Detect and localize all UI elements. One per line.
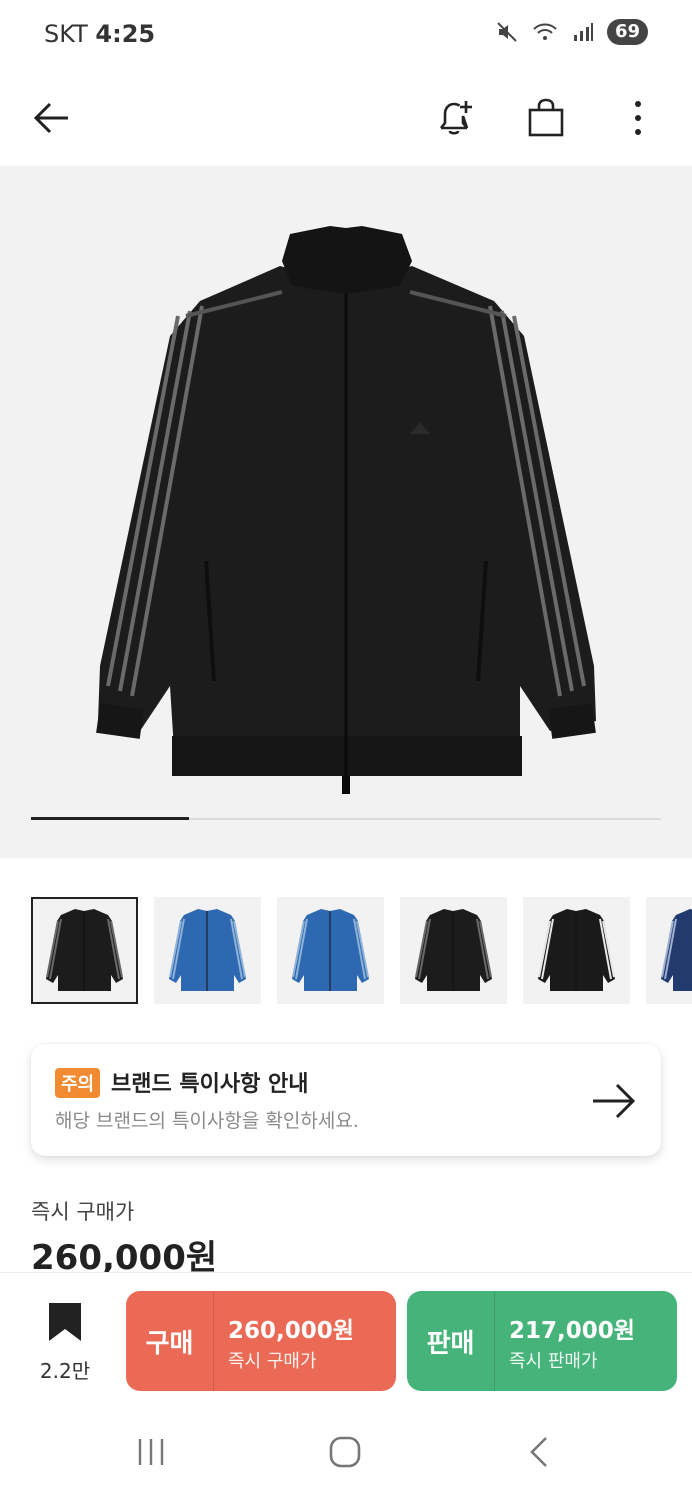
thumbnail-6[interactable] (646, 897, 692, 1004)
bottom-action-bar: 2.2만 구매 260,000원 즉시 구매가 판매 217,000원 즉시 판… (0, 1272, 692, 1404)
status-bar: SKT 4:25 69 (0, 0, 692, 70)
gallery-progress-fill (31, 817, 189, 820)
buy-label: 구매 (126, 1291, 214, 1391)
carrier-name: SKT (44, 20, 88, 48)
arrow-right-icon (593, 1083, 636, 1119)
notice-subtitle: 해당 브랜드의 특이사항을 확인하세요. (55, 1110, 359, 1132)
battery-level: 69 (606, 19, 648, 45)
thumbnail-jacket-image (46, 909, 123, 991)
mute-icon (493, 18, 521, 46)
thumbnail-jacket-image (169, 909, 246, 991)
more-button[interactable] (608, 88, 668, 148)
thumbnail-4[interactable] (400, 897, 507, 1004)
bookmark-button[interactable]: 2.2만 (30, 1301, 100, 1384)
status-carrier-time: SKT 4:25 (44, 20, 155, 48)
more-vertical-icon (635, 101, 641, 135)
chevron-left-icon (530, 1437, 547, 1467)
thumbnail-jacket-image (661, 909, 692, 991)
thumbnail-5[interactable] (523, 897, 630, 1004)
bookmark-icon (49, 1303, 81, 1341)
product-image-gallery[interactable] (0, 166, 692, 858)
wifi-icon (531, 18, 559, 46)
restock-alert-button[interactable] (424, 88, 484, 148)
brand-notice-card[interactable]: 주의 브랜드 특이사항 안내 해당 브랜드의 특이사항을 확인하세요. (31, 1044, 661, 1156)
gallery-progress-track (31, 817, 661, 820)
recent-apps-icon (138, 1439, 164, 1465)
instant-buy-price-label: 즉시 구매가 (31, 1200, 135, 1224)
thumbnail-jacket-image (292, 909, 369, 991)
sell-sublabel: 즉시 판매가 (509, 1351, 598, 1372)
sell-amount: 217,000원 (509, 1318, 635, 1344)
app-bar (0, 70, 692, 166)
sell-label: 판매 (407, 1291, 495, 1391)
system-back-button[interactable] (514, 1430, 564, 1474)
buy-button[interactable]: 구매 260,000원 즉시 구매가 (126, 1291, 396, 1391)
back-arrow-icon (33, 102, 68, 134)
product-image (96, 226, 596, 794)
bell-plus-icon (439, 101, 472, 135)
sell-button[interactable]: 판매 217,000원 즉시 판매가 (407, 1291, 677, 1391)
shopping-bag-icon (528, 98, 564, 137)
bookmark-count: 2.2만 (39, 1359, 91, 1383)
thumbnail-3[interactable] (277, 897, 384, 1004)
cart-button[interactable] (516, 88, 576, 148)
thumbnail-2[interactable] (154, 897, 261, 1004)
clock-time: 4:25 (95, 20, 156, 48)
thumbnail-strip (31, 897, 692, 1005)
buy-sublabel: 즉시 구매가 (228, 1351, 317, 1372)
home-button[interactable] (320, 1430, 370, 1474)
thumbnail-jacket-image (415, 909, 492, 991)
home-icon (329, 1436, 361, 1468)
signal-icon (569, 18, 597, 46)
system-nav-bar (0, 1404, 692, 1500)
thumbnail-1[interactable] (31, 897, 138, 1004)
buy-amount: 260,000원 (228, 1318, 354, 1344)
notice-badge: 주의 (55, 1068, 101, 1098)
status-icons: 69 (493, 18, 648, 46)
notice-title: 브랜드 특이사항 안내 (111, 1072, 309, 1097)
back-button[interactable] (22, 88, 82, 148)
recent-apps-button[interactable] (126, 1430, 176, 1474)
thumbnail-jacket-image (538, 909, 615, 991)
